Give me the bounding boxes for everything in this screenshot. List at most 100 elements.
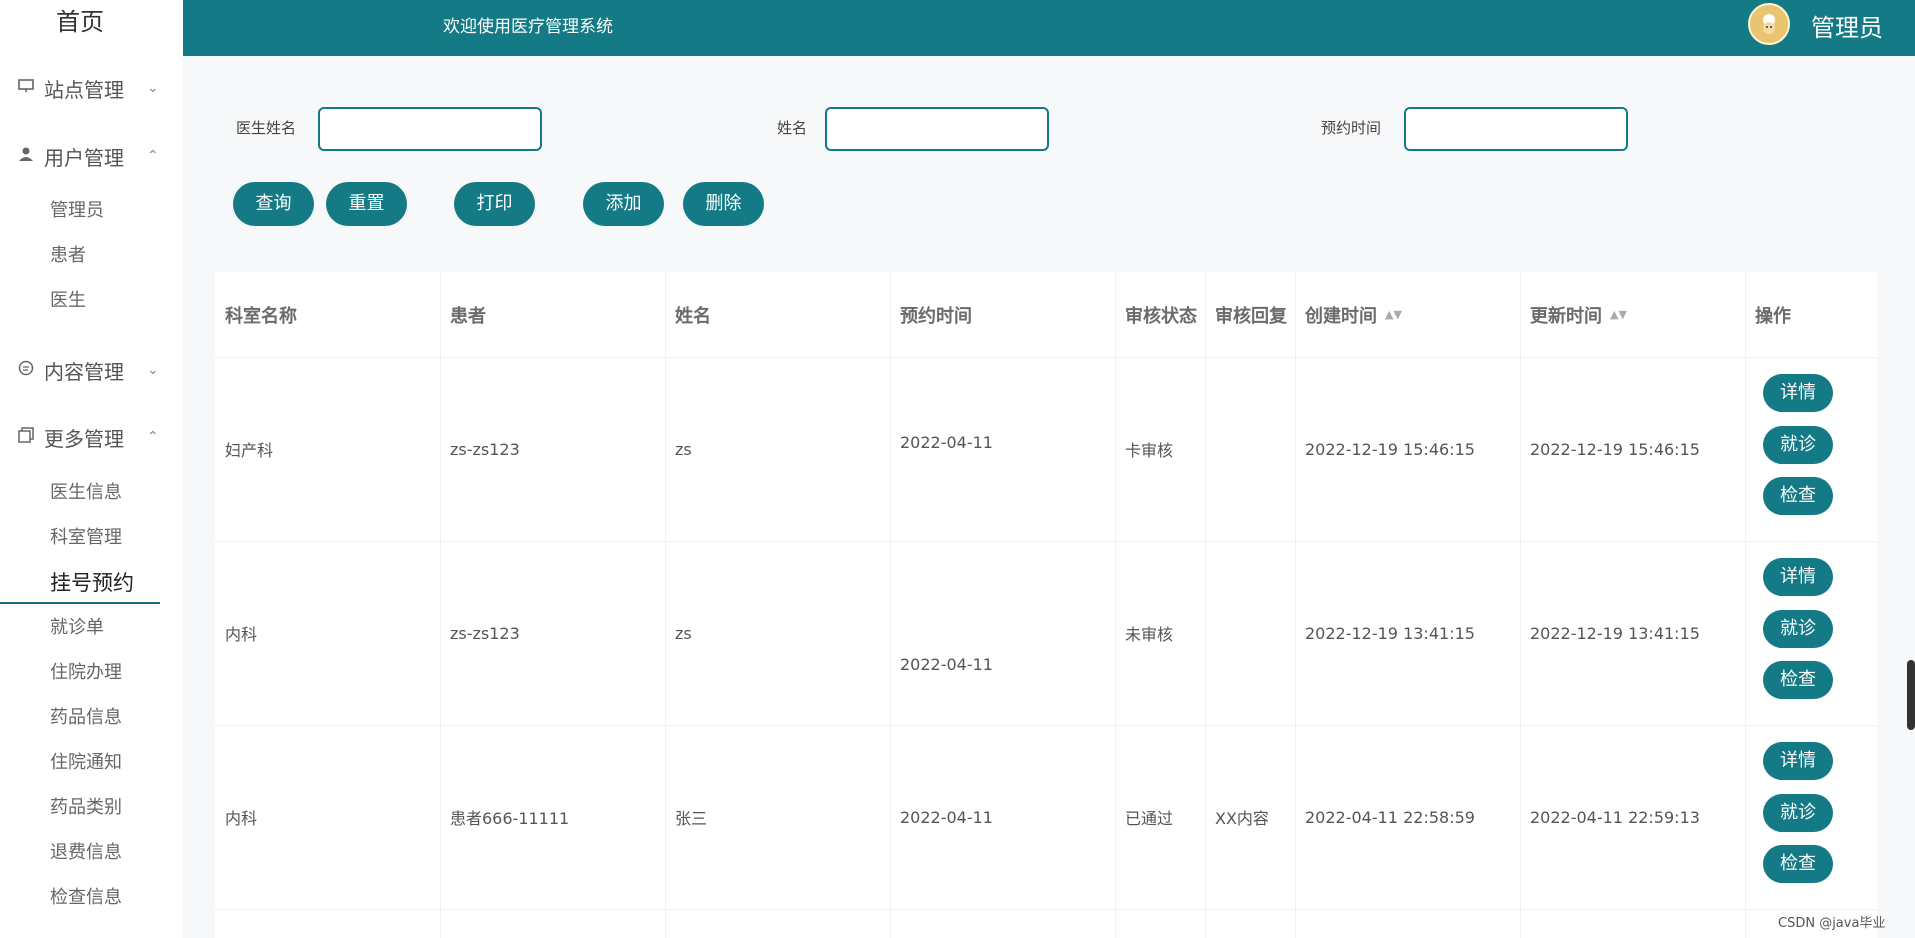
sidebar-group-content[interactable]: 内容管理 ⌄ <box>0 350 183 390</box>
table-row-2-reply <box>1205 541 1295 725</box>
sidebar-group-label: 用户管理 <box>44 145 124 170</box>
sidebar-item-drug-info[interactable]: 药品信息 <box>50 699 122 737</box>
header-review-reply: 审核回复 <box>1205 272 1295 357</box>
sidebar-item-patient[interactable]: 患者 <box>50 237 86 275</box>
check-button[interactable]: 检查 <box>1763 661 1833 699</box>
table-row-2-patient: zs-zs123 <box>450 623 520 643</box>
table-row-2-name: zs <box>675 623 692 643</box>
table-row-1-status: 卡审核 <box>1125 441 1174 460</box>
sidebar-item-drug-category[interactable]: 药品类别 <box>50 789 122 827</box>
top-bar: 欢迎使用医疗管理系统 管理员 <box>183 0 1915 56</box>
sidebar-item-admin[interactable]: 管理员 <box>50 192 104 230</box>
table-row-1-department: 妇产科 <box>225 441 274 460</box>
header-created-time[interactable]: 创建时间 ▲▼ <box>1295 272 1520 357</box>
main-content: 医生姓名 姓名 预约时间 查询 重置 打印 添加 删除 科室名称 患者 姓名 预… <box>183 56 1915 938</box>
table-row-2-status: 未审核 <box>1125 625 1174 644</box>
sidebar-group-label: 内容管理 <box>44 359 124 384</box>
column-divider <box>1745 272 1746 938</box>
detail-button[interactable]: 详情 <box>1763 742 1833 780</box>
detail-button[interactable]: 详情 <box>1763 558 1833 596</box>
sidebar-item-doctor-info[interactable]: 医生信息 <box>50 474 122 512</box>
sidebar-item-admission-notice[interactable]: 住院通知 <box>50 744 122 782</box>
header-department: 科室名称 <box>215 272 440 357</box>
header-label: 姓名 <box>675 305 711 327</box>
scrollbar-handle[interactable] <box>1907 660 1915 730</box>
appointment-time-input[interactable] <box>1404 107 1628 151</box>
watermark-text: CSDN @java毕业 <box>1778 916 1886 931</box>
avatar[interactable] <box>1748 3 1790 45</box>
header-label: 更新时间 <box>1530 305 1602 327</box>
header-name: 姓名 <box>665 272 890 357</box>
table-row-1-patient: zs-zs123 <box>450 439 520 459</box>
admin-label[interactable]: 管理员 <box>1811 8 1883 43</box>
visit-button[interactable]: 就诊 <box>1763 794 1833 832</box>
header-review-status: 审核状态 <box>1115 272 1205 357</box>
doctor-name-input[interactable] <box>318 107 542 151</box>
sidebar-group-users[interactable]: 用户管理 ⌃ <box>0 136 183 176</box>
monitor-icon <box>16 78 36 99</box>
sidebar-item-admission[interactable]: 住院办理 <box>50 654 122 692</box>
sidebar: 首页 站点管理 ⌄ 用户管理 ⌃ 管理员 患者 医生 内容管理 ⌄ 更多管理 ⌃… <box>0 0 183 938</box>
table-row-3-status: 已通过 <box>1125 809 1174 828</box>
table-row-3-created: 2022-04-11 22:58:59 <box>1305 807 1475 827</box>
sidebar-group-label: 站点管理 <box>44 77 124 102</box>
sidebar-item-visit-record[interactable]: 就诊单 <box>50 609 104 647</box>
table-row-3-time: 2022-04-11 <box>900 807 993 827</box>
delete-button[interactable]: 删除 <box>683 182 764 226</box>
sidebar-home[interactable]: 首页 <box>0 0 160 44</box>
sidebar-item-doctor[interactable]: 医生 <box>50 282 86 320</box>
reset-button[interactable]: 重置 <box>326 182 407 226</box>
visit-button[interactable]: 就诊 <box>1763 610 1833 648</box>
table-row-1-updated: 2022-12-19 15:46:15 <box>1530 439 1700 459</box>
table-row-3-name: 张三 <box>675 809 708 828</box>
chevron-down-icon: ⌄ <box>147 362 159 378</box>
chevron-up-icon: ⌃ <box>147 148 159 164</box>
check-button[interactable]: 检查 <box>1763 477 1833 515</box>
active-underline <box>0 602 160 604</box>
sidebar-item-examination[interactable]: 检查信息 <box>50 879 122 917</box>
header-patient: 患者 <box>440 272 665 357</box>
chevron-up-icon: ⌃ <box>147 429 159 445</box>
table-row-2-created: 2022-12-19 13:41:15 <box>1305 623 1475 643</box>
table-row-3-patient: 患者666-11111 <box>450 809 570 828</box>
chef-avatar-icon <box>1763 14 1775 34</box>
sidebar-item-refund[interactable]: 退费信息 <box>50 834 122 872</box>
appointment-table: 科室名称 患者 姓名 预约时间 审核状态 审核回复 创建时间 ▲▼ 更新时间 ▲▼ … <box>215 272 1877 938</box>
name-label: 姓名 <box>777 119 808 137</box>
user-icon <box>16 146 36 167</box>
table-row-1-reply <box>1205 357 1295 541</box>
header-label: 审核状态 <box>1125 305 1197 327</box>
print-button[interactable]: 打印 <box>454 182 535 226</box>
sort-icon[interactable]: ▲▼ <box>1385 308 1402 321</box>
check-button[interactable]: 检查 <box>1763 845 1833 883</box>
header-label: 科室名称 <box>225 305 297 327</box>
sidebar-group-more[interactable]: 更多管理 ⌃ <box>0 417 183 457</box>
header-label: 操作 <box>1755 305 1791 327</box>
header-appointment-time: 预约时间 <box>890 272 1115 357</box>
table-row-3-updated: 2022-04-11 22:59:13 <box>1530 807 1700 827</box>
add-button[interactable]: 添加 <box>583 182 664 226</box>
table-row-3-reply: XX内容 <box>1215 809 1269 828</box>
sidebar-group-label: 更多管理 <box>44 426 124 451</box>
welcome-text: 欢迎使用医疗管理系统 <box>443 17 613 37</box>
header-label: 创建时间 <box>1305 305 1377 327</box>
header-updated-time[interactable]: 更新时间 ▲▼ <box>1520 272 1745 357</box>
name-input[interactable] <box>825 107 1049 151</box>
detail-button[interactable]: 详情 <box>1763 374 1833 412</box>
header-actions: 操作 <box>1745 272 1877 357</box>
chat-icon <box>16 360 36 381</box>
appointment-time-label: 预约时间 <box>1321 119 1382 137</box>
sort-icon[interactable]: ▲▼ <box>1610 308 1627 321</box>
sidebar-group-site[interactable]: 站点管理 ⌄ <box>0 68 183 108</box>
header-label: 患者 <box>450 305 486 327</box>
sidebar-item-department[interactable]: 科室管理 <box>50 519 122 557</box>
doctor-name-label: 医生姓名 <box>236 119 297 137</box>
copy-icon <box>16 426 36 448</box>
header-label: 审核回复 <box>1215 305 1287 327</box>
visit-button[interactable]: 就诊 <box>1763 426 1833 464</box>
table-row-3-department: 内科 <box>225 809 258 828</box>
table-row-2-department: 内科 <box>225 625 258 644</box>
table-row-1-time: 2022-04-11 <box>900 432 993 452</box>
sidebar-item-appointment[interactable]: 挂号预约 <box>50 564 134 602</box>
query-button[interactable]: 查询 <box>233 182 314 226</box>
